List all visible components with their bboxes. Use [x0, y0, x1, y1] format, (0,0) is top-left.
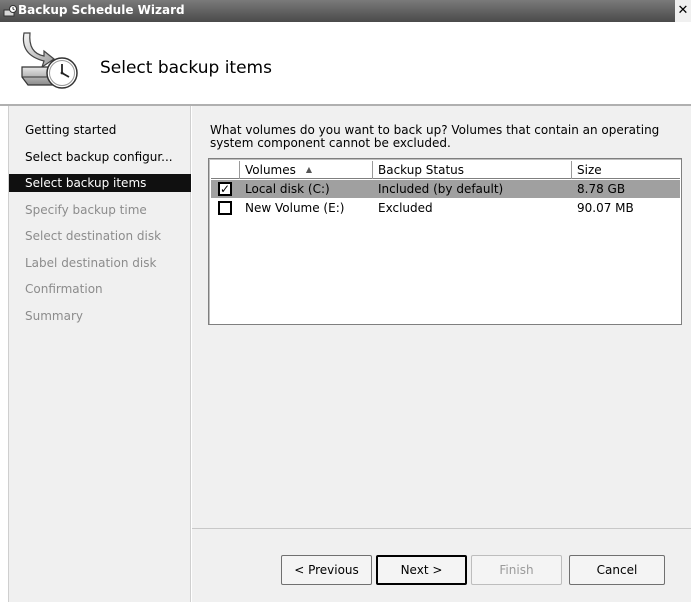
page-title: Select backup items: [100, 58, 272, 78]
step-summary: Summary: [25, 309, 83, 323]
checkmark-icon: ✓: [220, 182, 231, 196]
column-header-backup-status[interactable]: Backup Status: [373, 161, 572, 179]
window-title: Backup Schedule Wizard: [18, 3, 185, 17]
next-button[interactable]: Next >: [376, 555, 467, 585]
button-area-divider: [192, 528, 691, 529]
instruction-text: What volumes do you want to back up? Vol…: [210, 123, 660, 150]
close-icon: ✕: [677, 3, 689, 18]
table-row[interactable]: New Volume (E:) Excluded 90.07 MB: [211, 199, 680, 217]
column-header-volumes-label: Volumes: [245, 163, 296, 177]
volume-size: 90.07 MB: [577, 201, 634, 215]
volumes-list[interactable]: Volumes ▲ Backup Status Size ✓ Local disk…: [208, 158, 682, 325]
previous-button[interactable]: < Previous: [281, 555, 372, 585]
backup-disk-clock-icon: [21, 32, 78, 89]
include-checkbox[interactable]: [218, 201, 232, 215]
content-pane: What volumes do you want to back up? Vol…: [192, 106, 691, 602]
volume-size: 8.78 GB: [577, 182, 626, 196]
backup-status: Excluded: [378, 201, 433, 215]
step-specify-backup-time: Specify backup time: [25, 203, 147, 217]
volume-name: Local disk (C:): [245, 182, 330, 196]
table-row[interactable]: ✓ Local disk (C:) Included (by default) …: [211, 180, 680, 198]
column-header-size[interactable]: Size: [572, 161, 680, 179]
backup-status: Included (by default): [378, 182, 504, 196]
wizard-header: Select backup items: [0, 22, 691, 104]
list-header: Volumes ▲ Backup Status Size: [211, 161, 680, 179]
step-select-backup-configuration[interactable]: Select backup configur...: [9, 148, 191, 166]
step-confirmation: Confirmation: [25, 282, 103, 296]
close-button[interactable]: ✕: [675, 0, 691, 22]
cancel-button[interactable]: Cancel: [569, 555, 665, 585]
volume-name: New Volume (E:): [245, 201, 345, 215]
sort-ascending-icon: ▲: [305, 165, 313, 174]
column-header-volumes[interactable]: Volumes ▲: [240, 161, 373, 179]
step-label-destination-disk: Label destination disk: [25, 256, 157, 270]
step-select-destination-disk: Select destination disk: [25, 229, 162, 243]
finish-button: Finish: [471, 555, 562, 585]
include-checkbox[interactable]: ✓: [218, 182, 232, 196]
column-header-size-label: Size: [577, 163, 602, 177]
checkbox-column-header: [211, 161, 240, 179]
title-bar: Backup Schedule Wizard ✕: [0, 0, 691, 22]
backup-app-icon: [3, 5, 17, 17]
step-select-backup-items[interactable]: Select backup items: [9, 174, 191, 192]
column-header-backup-status-label: Backup Status: [378, 163, 465, 177]
wizard-steps-pane: Getting started Select backup configur..…: [8, 106, 191, 602]
step-getting-started[interactable]: Getting started: [9, 121, 191, 139]
